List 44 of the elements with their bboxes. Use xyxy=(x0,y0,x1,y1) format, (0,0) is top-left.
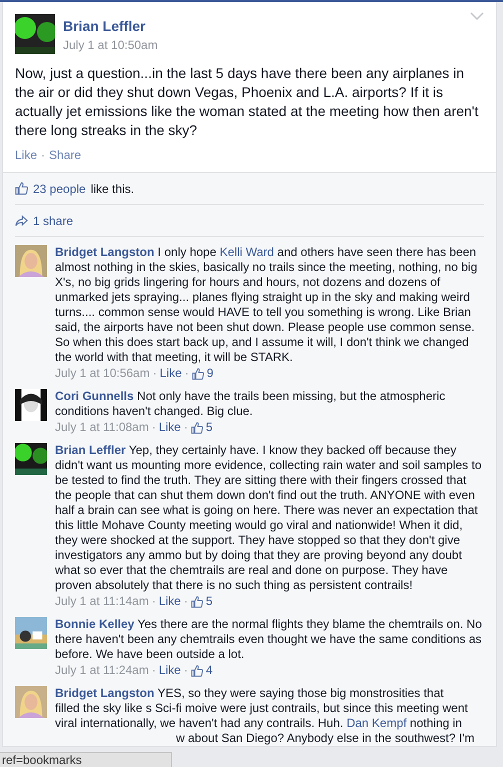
separator-dot: · xyxy=(184,420,188,435)
like-count[interactable]: 5 xyxy=(206,594,213,609)
thumbs-up-icon xyxy=(190,596,203,608)
like-count[interactable]: 5 xyxy=(206,420,213,435)
comment-text: Bonnie Kelley Yes there are the normal flights they blame the chemtrails on. No there haven't been any chemtrails even thought we have the same conditions as before. We have been outside a lot. xyxy=(55,617,483,662)
thumbs-up-icon xyxy=(190,422,203,434)
comment-text: Bridget Langston I only hope Kelli Ward and others have seen there has been almost nothing in the skies, basically no trails since the meeting, nothing, no big X's, no big grids lingering for hours and hours, not dozens and dozens of unmarked jets spraying... planes flying straight up in the sky and making weird turns.... common sense would HAVE to tell you something is wrong. Like Brian said, the airports have not been shut down. Please people use common sense. So when this does start back up, and I assume it will, I don't think we changed the world with that meeting, it will be STARK. xyxy=(55,245,478,365)
chevron-icon[interactable] xyxy=(470,12,484,20)
share-icon xyxy=(15,214,28,226)
action-link[interactable]: Like xyxy=(15,148,38,162)
status-bar: ref=bookmarks xyxy=(0,752,172,767)
commenter-name[interactable]: Bonnie Kelley xyxy=(55,617,134,631)
separator-dot: · xyxy=(152,366,157,381)
mention-link[interactable]: Kelli Ward xyxy=(220,245,274,259)
separator-dot: · xyxy=(41,148,46,162)
shares-link[interactable]: 1 share xyxy=(33,214,74,228)
like-link[interactable]: Like xyxy=(158,594,181,609)
like-link[interactable]: Like xyxy=(158,420,181,435)
comment-text: Cori Gunnells Not only have the trails been missing, but the atmospheric conditions haven't changed. Big clue. xyxy=(55,389,446,419)
like-link[interactable]: Like xyxy=(160,366,182,381)
separator-dot: · xyxy=(152,594,156,609)
commenter-name[interactable]: Brian Leffler xyxy=(55,443,126,457)
comment-text: w about San Diego? Anybody else in the southwest? I'm xyxy=(175,731,476,746)
author-name[interactable]: Brian Leffler xyxy=(63,18,158,34)
like-link[interactable]: Like xyxy=(158,663,181,678)
separator-dot: · xyxy=(184,594,188,609)
thumbs-up-icon xyxy=(15,182,28,195)
thumbs-up-icon xyxy=(192,368,204,380)
like-count[interactable]: 9 xyxy=(206,366,214,381)
like-count[interactable]: 4 xyxy=(206,663,213,678)
commenter-name[interactable]: Bridget Langston xyxy=(55,686,154,700)
separator-dot: · xyxy=(184,663,188,678)
separator-dot: · xyxy=(152,420,156,435)
post-text: Now, just a question...in the last 5 days have there been any airplanes in the air or did they shut down Vegas, Phoenix and L.A. airports? If it is actually jet emissions like the woman stated at the meeting how then aren't there long streaks in the sky? xyxy=(14,64,480,140)
mention-link[interactable]: Dan Kempf xyxy=(346,716,407,730)
thumbs-up-icon xyxy=(190,664,203,676)
separator-dot: · xyxy=(152,663,156,678)
likes-text: like this. xyxy=(90,182,134,196)
commenter-name[interactable]: Cori Gunnells xyxy=(55,389,134,403)
action-link[interactable]: Share xyxy=(49,148,82,162)
commenter-name[interactable]: Bridget Langston xyxy=(55,245,154,259)
likers-link[interactable]: 23 people xyxy=(33,182,86,196)
comment-text: Brian Leffler Yep, they certainly have. I know they backed off because they didn't want us mounting more evidence, collecting rain water and soil samples to be tested to find the truth. They are sitting there with their fingers crossed that the people that can shut them down don't find out the truth. ANYONE with even half a brain can see what is going on here. There was never an expectation that this little Mohave County meeting would go viral and nationwide! When it did, they were shocked at the support. They have stopped so that they don't give investigators any ammo but by doing that they are proving beyond any doubt what so ever that the chemtrails are real and done on purpose. They have proven absolutely that there is no such thing as persistent contrails! xyxy=(55,443,483,593)
separator-dot: · xyxy=(184,366,189,381)
